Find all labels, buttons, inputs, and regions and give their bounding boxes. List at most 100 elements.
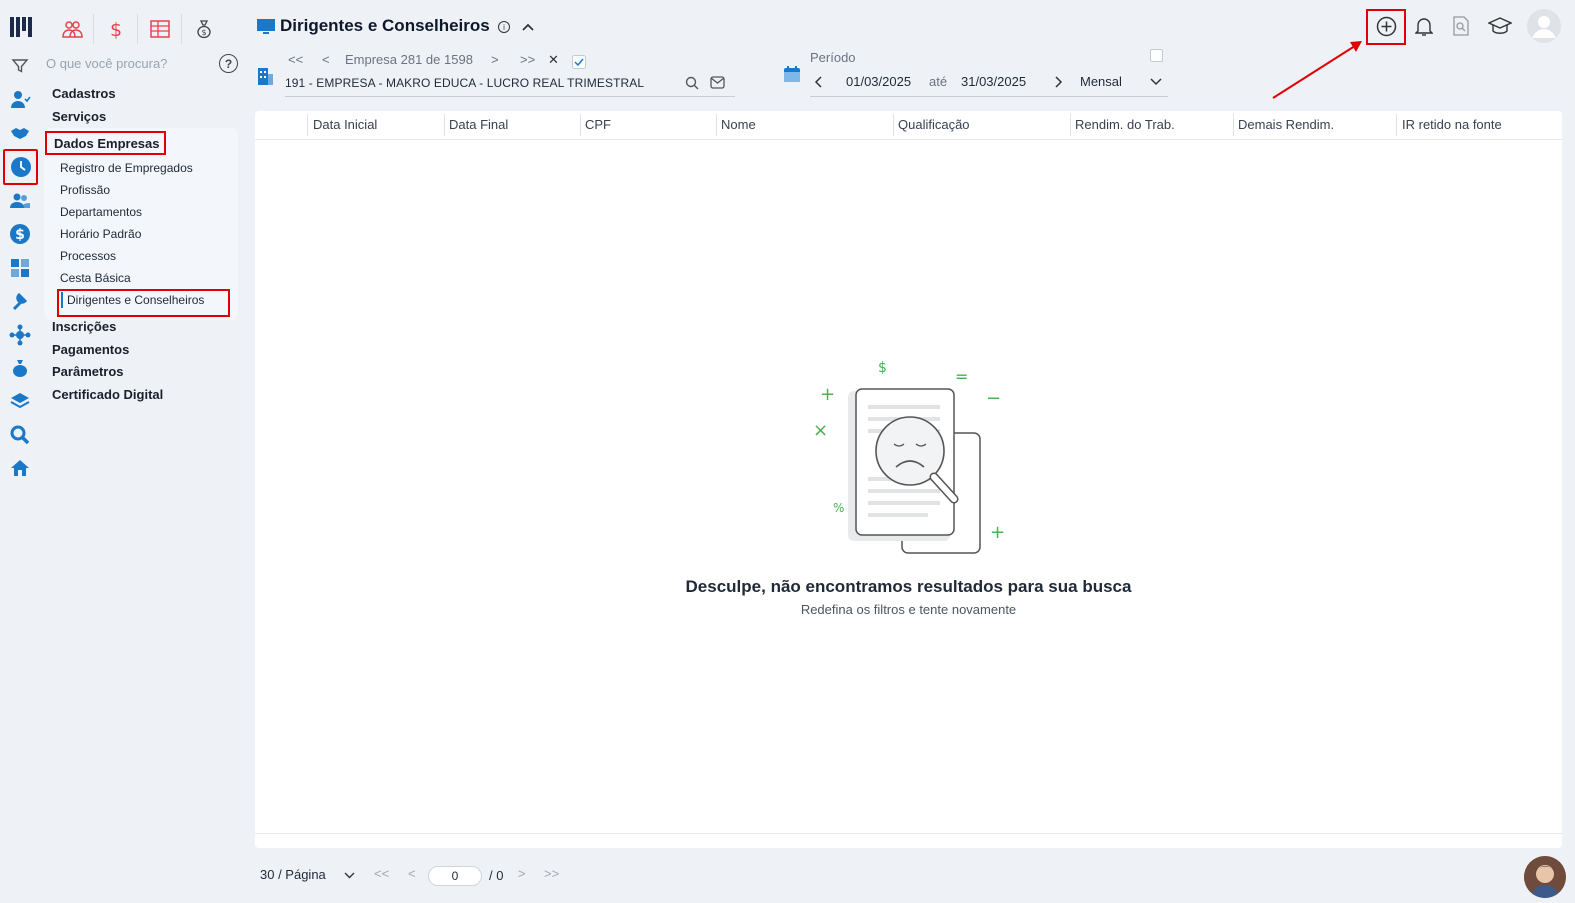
mail-icon[interactable] xyxy=(710,76,725,89)
empty-state-subtitle: Redefina os filtros e tente novamente xyxy=(800,602,1017,617)
building-icon xyxy=(258,68,273,85)
column-header-rendim-trab[interactable]: Rendim. do Trab. xyxy=(1075,117,1175,132)
times-symbol: × xyxy=(813,420,828,441)
company-underline xyxy=(285,96,735,97)
page-total: / 0 xyxy=(489,868,504,883)
checkbox-checked-icon[interactable] xyxy=(572,55,586,69)
info-icon[interactable]: i xyxy=(498,21,510,33)
menu-item-certificado-digital[interactable]: Certificado Digital xyxy=(52,387,163,402)
per-page-select[interactable]: 30 / Página xyxy=(260,867,326,882)
money-bag-icon[interactable] xyxy=(6,354,34,382)
column-divider xyxy=(893,114,894,136)
next-page-button[interactable]: > xyxy=(518,866,526,881)
tools-icon[interactable] xyxy=(6,288,34,316)
header-divider xyxy=(255,139,1562,140)
percent-symbol: % xyxy=(833,501,844,515)
period-separator: até xyxy=(929,74,948,89)
search-icon[interactable] xyxy=(6,421,34,449)
column-divider xyxy=(580,114,581,136)
plus-symbol: + xyxy=(990,522,1005,543)
period-prev-icon[interactable] xyxy=(813,75,825,89)
company-name[interactable]: 191 - EMPRESA - MAKRO EDUCA - LUCRO REAL… xyxy=(285,76,644,90)
monitor-icon xyxy=(257,19,275,34)
menu-item-cadastros[interactable]: Cadastros xyxy=(52,86,116,101)
highlight-dados-empresas xyxy=(45,131,166,155)
period-next-icon[interactable] xyxy=(1052,75,1064,89)
minus-symbol: − xyxy=(986,388,1001,409)
equals-symbol: = xyxy=(955,367,968,386)
prev-page-button[interactable]: < xyxy=(408,866,416,881)
submenu-item-processos[interactable]: Processos xyxy=(60,249,116,263)
chevron-up-icon[interactable] xyxy=(520,19,536,35)
svg-text:$: $ xyxy=(201,28,206,37)
submenu-item-horario-padrao[interactable]: Horário Padrão xyxy=(60,227,141,241)
document-search-icon[interactable] xyxy=(1452,16,1470,37)
column-header-data-final[interactable]: Data Final xyxy=(449,117,508,132)
menu-item-pagamentos[interactable]: Pagamentos xyxy=(52,342,129,357)
period-checkbox[interactable] xyxy=(1150,49,1163,62)
clock-icon[interactable] xyxy=(3,149,38,185)
column-divider xyxy=(1396,114,1397,136)
submenu-item-departamentos[interactable]: Departamentos xyxy=(60,205,142,219)
icon-rail: $ xyxy=(0,0,40,903)
graduation-cap-icon[interactable] xyxy=(1488,16,1512,37)
column-header-demais-rendim[interactable]: Demais Rendim. xyxy=(1238,117,1334,132)
company-position: Empresa 281 de 1598 xyxy=(345,52,473,67)
app-logo[interactable] xyxy=(8,14,34,40)
search-company-icon[interactable] xyxy=(685,76,699,90)
money-bag-module-icon[interactable]: $ xyxy=(182,14,226,44)
people-module-icon[interactable] xyxy=(50,14,94,44)
column-divider xyxy=(1233,114,1234,136)
column-header-cpf[interactable]: CPF xyxy=(585,117,611,132)
prev-company-button[interactable]: < xyxy=(322,52,330,67)
column-header-nome[interactable]: Nome xyxy=(721,117,756,132)
user-register-icon[interactable] xyxy=(6,86,34,114)
dollar-circle-icon[interactable]: $ xyxy=(6,220,34,248)
home-icon[interactable] xyxy=(6,454,34,482)
plus-symbol: + xyxy=(820,384,835,405)
page-title: Dirigentes e Conselheiros xyxy=(280,16,490,35)
submenu-item-profissao[interactable]: Profissão xyxy=(60,183,110,197)
module-switcher: $ $ xyxy=(50,14,226,44)
column-header-qualificacao[interactable]: Qualificação xyxy=(898,117,970,132)
filter-icon[interactable] xyxy=(6,52,34,80)
layers-icon[interactable] xyxy=(6,387,34,415)
first-company-button[interactable]: << xyxy=(288,52,303,67)
network-icon[interactable] xyxy=(6,321,34,349)
table-footer-divider xyxy=(255,833,1562,834)
chevron-down-icon[interactable] xyxy=(1149,76,1163,88)
per-page-chevron-icon[interactable] xyxy=(343,870,356,881)
submenu-item-registro-empregados[interactable]: Registro de Empregados xyxy=(60,161,193,175)
dollar-module-icon[interactable]: $ xyxy=(94,14,138,44)
bell-icon[interactable] xyxy=(1415,16,1433,37)
assistant-avatar[interactable] xyxy=(1524,856,1566,898)
menu-item-servicos[interactable]: Serviços xyxy=(52,109,106,124)
column-header-data-inicial[interactable]: Data Inicial xyxy=(313,117,377,132)
empty-state-title: Desculpe, não encontramos resultados par… xyxy=(685,577,1132,596)
submenu-item-cesta-basica[interactable]: Cesta Básica xyxy=(60,271,131,285)
period-start-date[interactable]: 01/03/2025 xyxy=(846,74,911,89)
period-frequency-select[interactable]: Mensal xyxy=(1080,74,1122,89)
handshake-icon[interactable] xyxy=(6,119,34,147)
empty-state-illustration: $ = + − × % + xyxy=(813,360,1005,554)
column-header-ir-retido[interactable]: IR retido na fonte xyxy=(1402,117,1502,132)
help-icon[interactable]: ? xyxy=(219,54,238,73)
search-input[interactable]: O que você procura? xyxy=(46,56,167,71)
first-page-button[interactable]: << xyxy=(374,866,389,881)
spreadsheet-module-icon[interactable] xyxy=(138,14,182,44)
period-underline xyxy=(810,96,1168,97)
menu-item-parametros[interactable]: Parâmetros xyxy=(52,364,124,379)
clear-company-button[interactable]: ✕ xyxy=(548,52,559,68)
next-company-button[interactable]: > xyxy=(491,52,499,67)
period-label: Período xyxy=(810,50,856,65)
add-circle-icon[interactable] xyxy=(1376,16,1397,37)
period-end-date[interactable]: 31/03/2025 xyxy=(961,74,1026,89)
menu-item-inscricoes[interactable]: Inscrições xyxy=(52,319,116,334)
page-number-input[interactable]: 0 xyxy=(428,866,482,886)
last-company-button[interactable]: >> xyxy=(520,52,535,67)
column-divider xyxy=(444,114,445,136)
calculator-icon[interactable] xyxy=(6,254,34,282)
people-icon[interactable] xyxy=(6,187,34,215)
user-avatar-icon[interactable] xyxy=(1526,8,1562,44)
last-page-button[interactable]: >> xyxy=(544,866,559,881)
